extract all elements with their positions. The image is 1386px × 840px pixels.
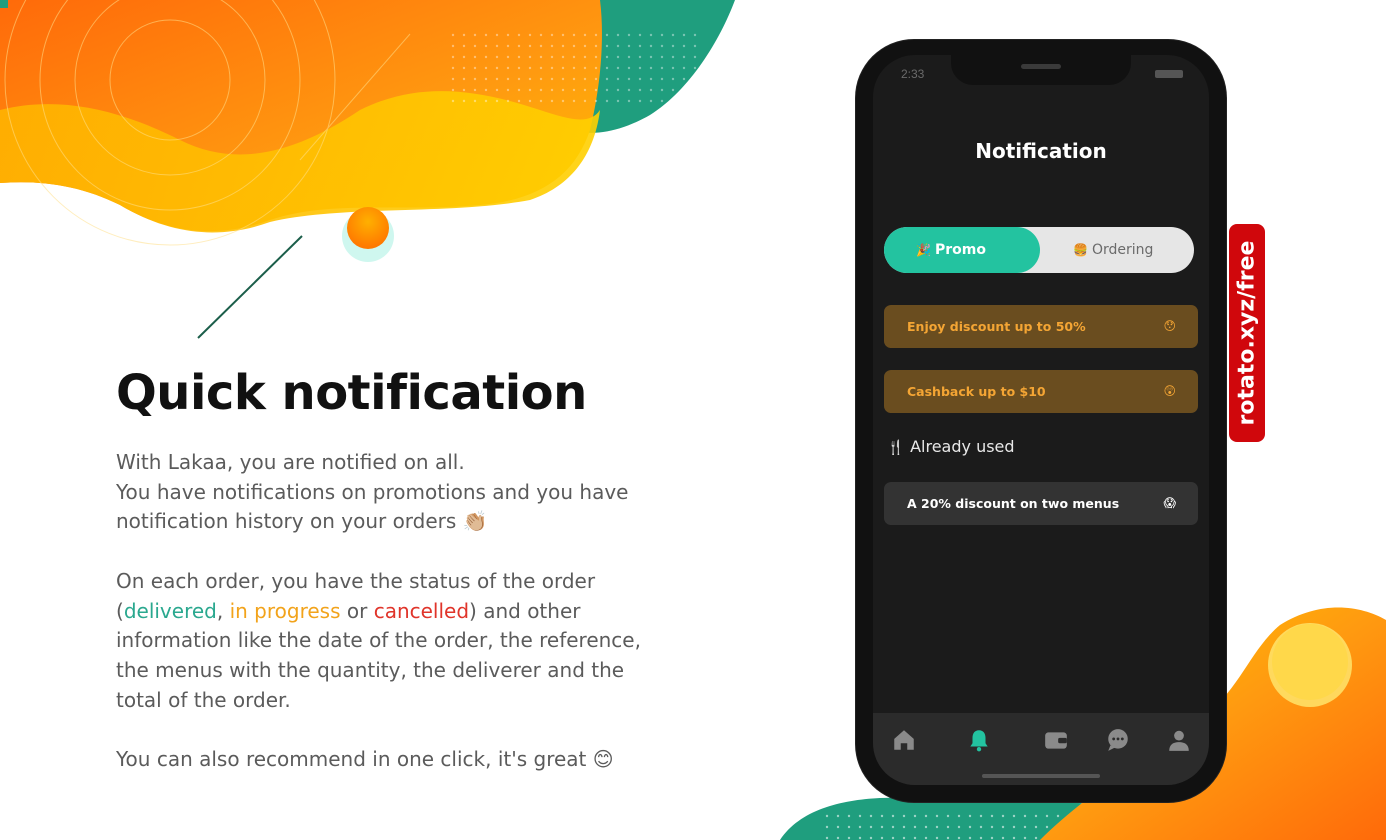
status-paragraph: On each order, you have the status of th… <box>116 567 716 716</box>
speaker <box>1021 64 1061 69</box>
home-icon[interactable] <box>891 727 917 753</box>
profile-icon[interactable] <box>1166 727 1192 753</box>
promo-notification[interactable]: Enjoy discount up to 50% 😯 <box>884 305 1198 348</box>
intro-paragraph: With Lakaa, you are notified on all. You… <box>116 448 716 537</box>
intro-line-1: With Lakaa, you are notified on all. <box>116 450 465 474</box>
tab-promo-label: Promo <box>934 242 986 258</box>
promo-notification[interactable]: Cashback up to $10 😲 <box>884 370 1198 413</box>
status-in-progress: in progress <box>229 598 341 623</box>
scream-emoji-icon: 😱 <box>1163 496 1176 510</box>
recommend-line: You can also recommend in one click, it'… <box>116 747 614 771</box>
paren-close: ) and other <box>469 598 581 623</box>
watermark-tag[interactable]: rotato.xyz/free <box>1229 224 1265 442</box>
wallet-icon[interactable] <box>1043 727 1069 753</box>
surprised-emoji-icon: 😯 <box>1163 319 1176 333</box>
status-line-1: On each order, you have the status of th… <box>116 568 596 593</box>
recommend-paragraph: You can also recommend in one click, it'… <box>116 745 716 775</box>
page-title: Quick notification <box>116 365 587 421</box>
screen-title: Notification <box>975 139 1107 163</box>
tab-promo[interactable]: 🎉 Promo <box>884 227 1040 273</box>
party-icon: 🎉 <box>916 243 931 257</box>
watermark-text: rotato.xyz/free <box>1234 240 1260 426</box>
status-time: 2:33 <box>901 67 925 81</box>
battery-icon <box>1155 70 1183 78</box>
burger-icon: 🍔 <box>1073 243 1088 257</box>
notification-tabs: 🎉 Promo 🍔 Ordering <box>884 227 1194 273</box>
status-cancelled: cancelled <box>373 598 470 623</box>
intro-line-3: notification history on your orders 👏🏼 <box>116 509 488 534</box>
feature-description: Quick notification With Lakaa, you are n… <box>116 362 716 775</box>
tab-ordering-label: Ordering <box>1091 242 1154 258</box>
bell-icon[interactable] <box>966 727 992 753</box>
already-used-header: 🍴 Already used <box>887 437 1015 456</box>
astonished-emoji-icon: 😲 <box>1163 384 1176 398</box>
used-notification[interactable]: A 20% discount on two menus 😱 <box>884 482 1198 525</box>
paren-open: ( <box>116 598 124 623</box>
status-line-5: total of the order. <box>116 687 291 712</box>
app-screen: 2:33 Notification 🎉 Promo 🍔 Ordering Enjoy… <box>873 55 1209 785</box>
notification-text: Enjoy discount up to 50% <box>907 319 1086 334</box>
chat-icon[interactable] <box>1105 727 1131 753</box>
status-line-3: information like the date of the order, … <box>116 628 641 653</box>
phone-mockup: 2:33 Notification 🎉 Promo 🍔 Ordering Enjoy… <box>856 40 1226 802</box>
status-line-4: the menus with the quantity, the deliver… <box>116 657 625 682</box>
notification-text: A 20% discount on two menus <box>907 496 1120 511</box>
phone-notch <box>951 55 1131 85</box>
intro-line-2: You have notifications on promotions and… <box>116 479 629 504</box>
section-title: Already used <box>910 437 1015 456</box>
home-indicator <box>982 774 1100 778</box>
comma: , <box>216 598 230 623</box>
fork-knife-icon: 🍴 <box>887 440 905 456</box>
tab-ordering[interactable]: 🍔 Ordering <box>1040 227 1194 273</box>
notification-text: Cashback up to $10 <box>907 384 1046 399</box>
status-delivered: delivered <box>123 598 217 623</box>
or-word: or <box>340 598 374 623</box>
